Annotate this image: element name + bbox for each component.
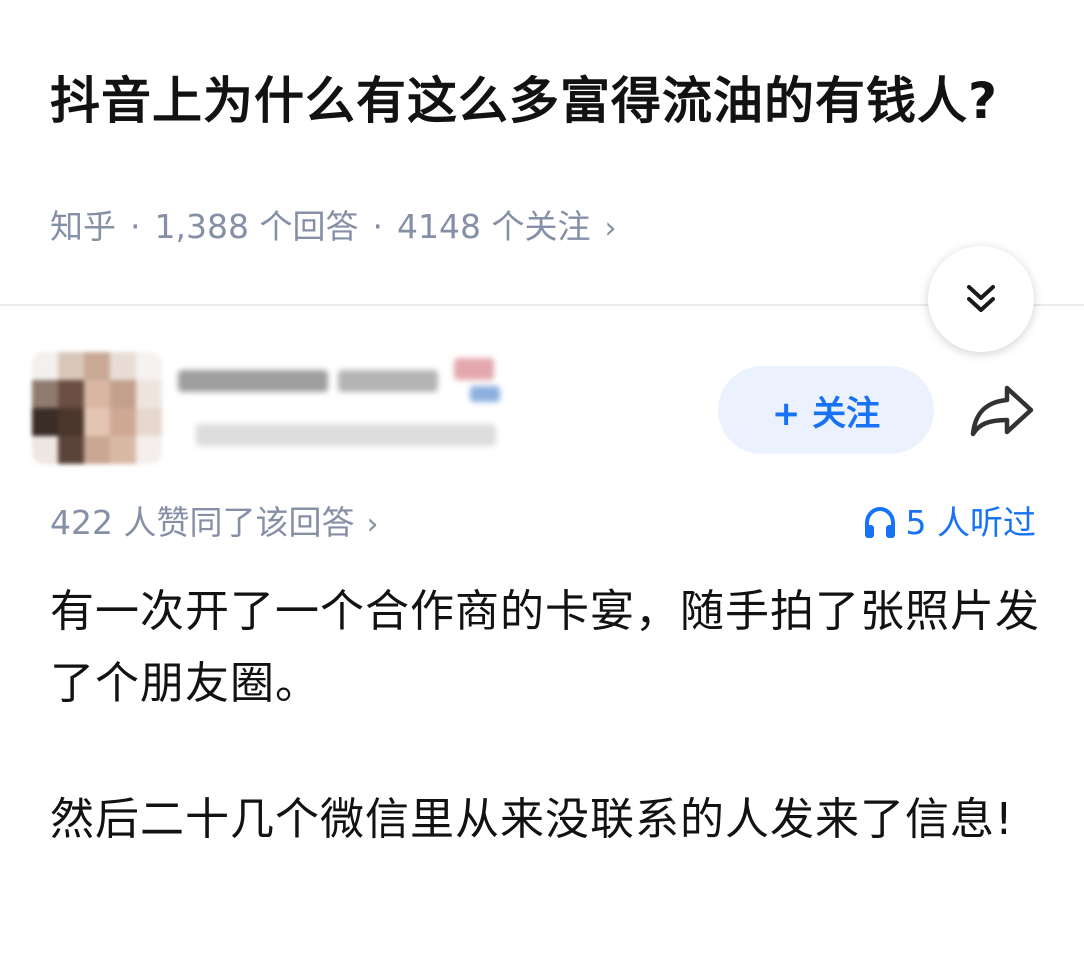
follower-count: 4148 个关注 — [396, 207, 591, 246]
author-info-blurred[interactable] — [178, 356, 538, 466]
chevron-double-down-icon — [967, 285, 995, 312]
answer-paragraph: 然后二十几个微信里从来没联系的人发来了信息! — [50, 794, 1014, 845]
share-arrow-icon — [970, 385, 1034, 437]
share-button[interactable] — [962, 374, 1042, 446]
author-name-blurred — [178, 370, 328, 392]
author-badge-blurred — [470, 386, 500, 402]
divider — [0, 304, 1084, 306]
answer-body[interactable]: 有一次开了一个合作商的卡宴，随手拍了张照片发了个朋友圈。 然后二十几个微信里从来… — [50, 576, 1040, 920]
source-label: 知乎 — [50, 207, 116, 246]
vote-count-label: 422 人赞同了该回答 — [50, 503, 355, 542]
chevron-right-icon: › — [366, 507, 379, 542]
answer-paragraph: 有一次开了一个合作商的卡宴，随手拍了张照片发了个朋友圈。 — [50, 586, 1040, 709]
author-name-blurred — [338, 370, 438, 392]
avatar[interactable] — [32, 352, 162, 464]
author-badge-blurred — [454, 358, 494, 380]
follow-button[interactable]: + 关注 — [718, 366, 934, 454]
author-bio-blurred — [196, 424, 496, 446]
chevron-right-icon: › — [604, 211, 617, 246]
listen-count-label: 5 人听过 — [905, 503, 1037, 542]
listen-count[interactable]: 5 人听过 — [862, 498, 1037, 548]
question-title: 抖音上为什么有这么多富得流油的有钱人? — [50, 71, 999, 130]
headphones-icon — [864, 506, 895, 538]
meta-separator: · — [130, 207, 141, 246]
collapse-button[interactable] — [928, 246, 1034, 352]
vote-count[interactable]: 422 人赞同了该回答 › — [50, 498, 378, 550]
question-meta[interactable]: 知乎 · 1,388 个回答 · 4148 个关注 › — [50, 202, 616, 254]
meta-separator: · — [372, 207, 383, 246]
answer-count: 1,388 个回答 — [154, 207, 359, 246]
